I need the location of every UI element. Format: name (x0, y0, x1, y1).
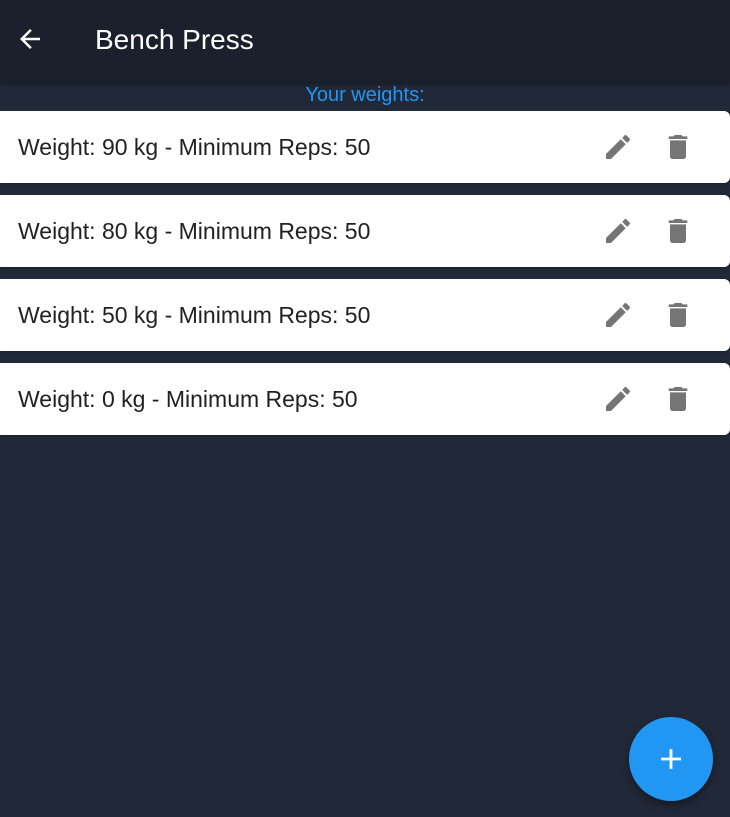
add-weight-button[interactable] (629, 717, 713, 801)
trash-icon (668, 387, 688, 411)
delete-button[interactable] (656, 293, 700, 337)
delete-button[interactable] (656, 209, 700, 253)
weight-text: Weight: 0 kg - Minimum Reps: 50 (18, 386, 358, 412)
trash-icon (668, 219, 688, 243)
weight-text: Weight: 50 kg - Minimum Reps: 50 (18, 302, 371, 328)
page-title: Bench Press (95, 24, 254, 55)
list-item[interactable]: Weight: 80 kg - Minimum Reps: 50 (0, 195, 730, 267)
delete-button[interactable] (656, 377, 700, 421)
plus-icon (661, 749, 681, 769)
pencil-icon (606, 302, 631, 327)
back-button[interactable] (8, 17, 52, 61)
list-item[interactable]: Weight: 0 kg - Minimum Reps: 50 (0, 363, 730, 435)
app-bar: Bench Press (0, 0, 730, 82)
list-item[interactable]: Weight: 90 kg - Minimum Reps: 50 (0, 111, 730, 183)
list-item[interactable]: Weight: 50 kg - Minimum Reps: 50 (0, 279, 730, 351)
weight-text: Weight: 90 kg - Minimum Reps: 50 (18, 134, 371, 160)
pencil-icon (606, 386, 631, 411)
weights-list: Weight: 90 kg - Minimum Reps: 50 Weight:… (0, 111, 730, 447)
edit-button[interactable] (596, 125, 640, 169)
delete-button[interactable] (656, 125, 700, 169)
trash-icon (668, 135, 688, 159)
section-label: Your weights: (305, 84, 425, 106)
weight-text: Weight: 80 kg - Minimum Reps: 50 (18, 218, 371, 244)
edit-button[interactable] (596, 377, 640, 421)
pencil-icon (606, 218, 631, 243)
arrow-back-icon (20, 29, 40, 49)
edit-button[interactable] (596, 293, 640, 337)
pencil-icon (606, 134, 631, 159)
trash-icon (668, 303, 688, 327)
edit-button[interactable] (596, 209, 640, 253)
